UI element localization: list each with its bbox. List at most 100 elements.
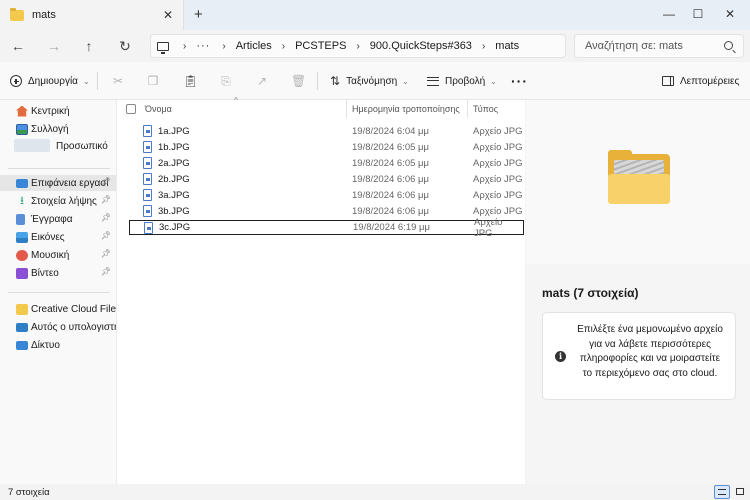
- tiles-view-button[interactable]: [733, 485, 749, 499]
- details-pane-button[interactable]: Λεπτομέρειες: [662, 62, 739, 100]
- sidebar-item-music[interactable]: Μουσική 📌︎: [0, 247, 116, 263]
- up-button[interactable]: ↑: [77, 35, 101, 57]
- view-button[interactable]: Προβολή ⌄: [427, 62, 497, 100]
- pin-icon[interactable]: 📌︎: [101, 195, 111, 204]
- details-pane-icon: [662, 76, 674, 86]
- chevron-right-icon[interactable]: ›: [356, 41, 359, 52]
- sidebar-item-desktop[interactable]: Επιφάνεια εργασί 📌︎: [0, 175, 116, 191]
- sidebar-item-label: Έγγραφα: [31, 213, 73, 225]
- column-header-name[interactable]: Όνομα: [145, 100, 172, 118]
- file-row[interactable]: 2a.JPG 19/8/2024 6:05 μμ Αρχείο JPG: [129, 156, 524, 171]
- breadcrumb-overflow[interactable]: ···: [196, 40, 210, 52]
- delete-icon[interactable]: 🗑︎: [291, 74, 306, 88]
- more-options-button[interactable]: ···: [511, 62, 528, 100]
- file-date: 19/8/2024 6:06 μμ: [352, 174, 429, 185]
- sidebar-item-label: Συλλογή: [31, 123, 69, 135]
- sidebar-item-documents[interactable]: Έγγραφα 📌︎: [0, 211, 116, 227]
- breadcrumb-mats[interactable]: mats: [495, 40, 519, 52]
- sidebar-item-label: Βίντεο: [31, 267, 59, 279]
- new-tab-button[interactable]: +: [194, 6, 203, 23]
- downloads-icon: ⭳: [20, 194, 24, 207]
- close-window-button[interactable]: ✕: [715, 3, 745, 25]
- network-icon: [16, 340, 28, 350]
- sidebar-item-label: Στοιχεία λήψης: [31, 195, 97, 207]
- sidebar-item-creative-cloud[interactable]: Creative Cloud Files P: [0, 301, 116, 317]
- this-pc-icon: [16, 322, 28, 332]
- view-label: Προβολή: [445, 75, 486, 87]
- file-row[interactable]: 2b.JPG 19/8/2024 6:06 μμ Αρχείο JPG: [129, 172, 524, 187]
- breadcrumb-pcsteps[interactable]: PCSTEPS: [295, 40, 346, 52]
- sidebar-item-downloads[interactable]: ⭳ Στοιχεία λήψης 📌︎: [0, 193, 116, 209]
- back-button[interactable]: ←: [6, 35, 30, 57]
- folder-preview-icon: [608, 150, 670, 204]
- file-row[interactable]: 3c.JPG 19/8/2024 6:19 μμ Αρχείο JPG: [129, 217, 524, 239]
- file-row[interactable]: 3a.JPG 19/8/2024 6:06 μμ Αρχείο JPG: [129, 188, 524, 203]
- details-view-button[interactable]: [714, 485, 730, 499]
- sidebar-item-gallery[interactable]: Συλλογή: [0, 121, 116, 137]
- column-header-type[interactable]: Τύπος: [473, 100, 498, 118]
- chevron-right-icon[interactable]: ›: [482, 41, 485, 52]
- file-row[interactable]: 1a.JPG 19/8/2024 6:04 μμ Αρχείο JPG: [129, 124, 524, 139]
- preview-area: [526, 100, 750, 264]
- copy-icon[interactable]: ❐: [146, 74, 160, 88]
- sort-button[interactable]: ⇅ Ταξινόμηση ⌄: [330, 62, 409, 100]
- forward-button[interactable]: →: [42, 35, 66, 57]
- divider: [8, 168, 110, 169]
- cut-icon[interactable]: ✂: [111, 74, 125, 88]
- column-divider[interactable]: [467, 100, 468, 118]
- sort-ascending-icon: ^: [234, 96, 238, 105]
- pin-icon[interactable]: 📌︎: [101, 267, 111, 276]
- breadcrumb-quicksteps[interactable]: 900.QuickSteps#363: [370, 40, 472, 52]
- minimize-button[interactable]: —: [654, 3, 684, 25]
- paste-icon[interactable]: 📋︎: [183, 74, 198, 88]
- pin-icon[interactable]: 📌︎: [101, 177, 111, 186]
- jpg-file-icon: [143, 205, 152, 217]
- column-divider[interactable]: [346, 100, 347, 118]
- pin-icon[interactable]: 📌︎: [101, 213, 111, 222]
- item-count: 7 στοιχεία: [8, 487, 50, 498]
- divider: [97, 72, 98, 90]
- details-label: Λεπτομέρειες: [680, 75, 740, 87]
- file-name: 2a.JPG: [158, 158, 190, 169]
- divider: [8, 292, 110, 293]
- sidebar-item-this-pc[interactable]: Αυτός ο υπολογιστή: [0, 319, 116, 335]
- details-title: mats (7 στοιχεία): [542, 286, 639, 300]
- chevron-right-icon[interactable]: ›: [183, 41, 186, 52]
- select-all-checkbox[interactable]: [126, 104, 136, 114]
- file-date: 19/8/2024 6:06 μμ: [352, 190, 429, 201]
- sidebar-item-pictures[interactable]: Εικόνες 📌︎: [0, 229, 116, 245]
- sidebar-item-videos[interactable]: Βίντεο 📌︎: [0, 265, 116, 281]
- sidebar-item-network[interactable]: Δίκτυο: [0, 337, 116, 353]
- refresh-button[interactable]: ↻: [113, 35, 137, 57]
- search-input[interactable]: Αναζήτηση σε: mats: [574, 34, 744, 58]
- tab-close-icon[interactable]: ✕: [163, 8, 173, 22]
- file-row[interactable]: 3b.JPG 19/8/2024 6:06 μμ Αρχείο JPG: [129, 204, 524, 219]
- file-list: ^ Όνομα Ημερομηνία τροποποίησης Τύπος 1a…: [116, 96, 525, 484]
- tiles-view-icon: [736, 488, 744, 495]
- jpg-file-icon: [143, 125, 152, 137]
- pin-icon[interactable]: 📌︎: [101, 231, 111, 240]
- command-bar: Δημιουργία ⌄ ✂ ❐ 📋︎ ⎘ ↗ 🗑︎ ⇅ Ταξινόμηση …: [0, 62, 750, 100]
- breadcrumb-articles[interactable]: Articles: [236, 40, 272, 52]
- jpg-file-icon: [143, 141, 152, 153]
- chevron-right-icon[interactable]: ›: [222, 41, 225, 52]
- sidebar-item-personal[interactable]: Προσωπικό: [0, 138, 116, 154]
- title-bar: mats ✕ + — ☐ ✕: [0, 0, 750, 30]
- file-name: 3c.JPG: [159, 222, 191, 233]
- file-row[interactable]: 1b.JPG 19/8/2024 6:05 μμ Αρχείο JPG: [129, 140, 524, 155]
- share-icon[interactable]: ↗: [255, 74, 269, 88]
- rename-icon[interactable]: ⎘: [219, 74, 233, 88]
- file-type: Αρχείο JPG: [473, 142, 523, 153]
- address-bar[interactable]: › ··· › Articles › PCSTEPS › 900.QuickSt…: [150, 34, 566, 58]
- sidebar-item-label: Επιφάνεια εργασί: [31, 177, 109, 189]
- pin-icon[interactable]: 📌︎: [101, 249, 111, 258]
- sidebar-item-label: Δίκτυο: [31, 339, 60, 351]
- maximize-button[interactable]: ☐: [683, 3, 713, 25]
- column-header-date[interactable]: Ημερομηνία τροποποίησης: [352, 100, 460, 118]
- info-text: Επιλέξτε ένα μεμονωμένο αρχείο για να λά…: [577, 324, 723, 379]
- sidebar-item-home[interactable]: Κεντρική: [0, 103, 116, 119]
- chevron-right-icon[interactable]: ›: [282, 41, 285, 52]
- tab-mats[interactable]: mats ✕: [0, 0, 184, 30]
- new-button[interactable]: Δημιουργία ⌄: [10, 62, 90, 100]
- home-icon: [16, 105, 28, 117]
